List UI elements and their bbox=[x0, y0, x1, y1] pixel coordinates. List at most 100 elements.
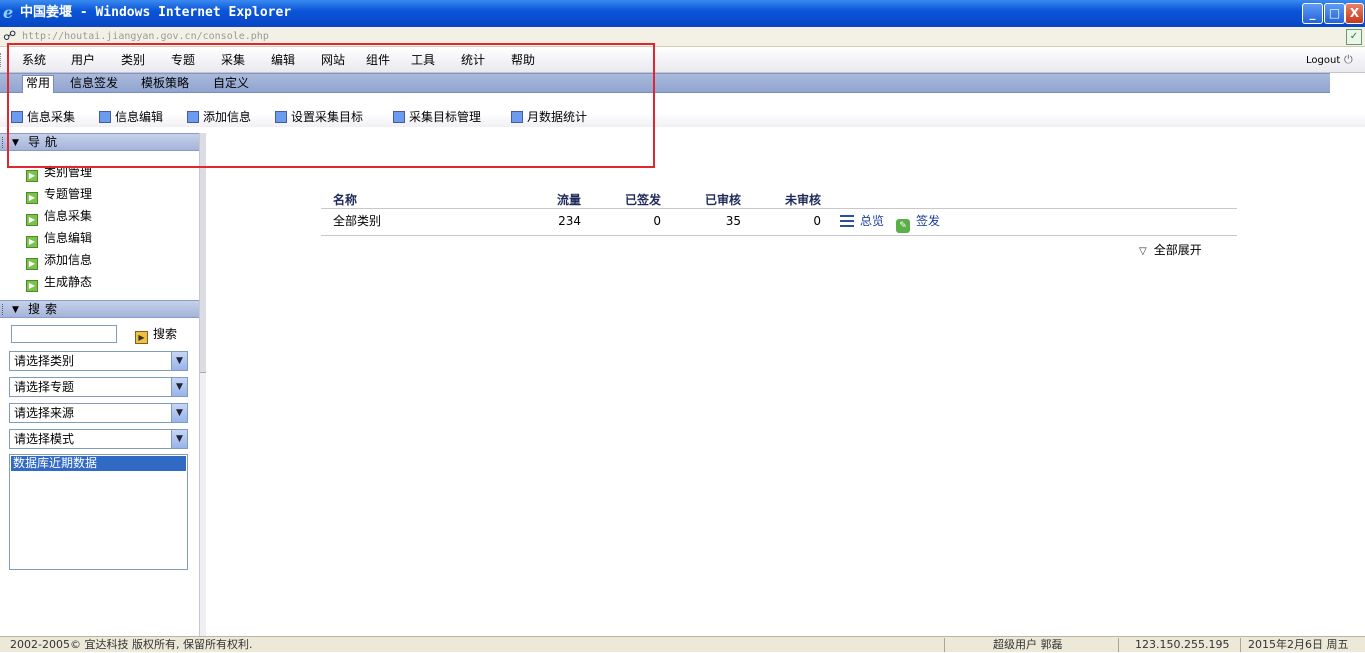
main-menu-bar: 系统 用户 类别 专题 采集 编辑 网站 组件 工具 统计 帮助 Logout … bbox=[0, 47, 1365, 73]
triangle-down-icon: ▽ bbox=[1139, 246, 1147, 257]
search-input[interactable] bbox=[11, 325, 117, 343]
expand-all-link[interactable]: ▽ 全部展开 bbox=[1139, 242, 1202, 260]
toolbar-edit[interactable]: 信息编辑 bbox=[99, 109, 163, 125]
publish-link[interactable]: ✎ 签发 bbox=[896, 213, 940, 233]
row-reviewed: 35 bbox=[725, 214, 741, 228]
menu-collect[interactable]: 采集 bbox=[221, 53, 245, 67]
minimize-button[interactable]: _ bbox=[1302, 3, 1323, 24]
collect-icon bbox=[11, 111, 23, 123]
menu-statistics[interactable]: 统计 bbox=[461, 53, 485, 67]
arrow-right-icon: ▶ bbox=[135, 331, 148, 344]
target-icon bbox=[275, 111, 287, 123]
search-header-label: 搜索 bbox=[28, 302, 63, 316]
mode-select[interactable]: 请选择模式 ▼ bbox=[9, 429, 188, 449]
current-date: 2015年2月6日 周五 bbox=[1248, 638, 1349, 651]
status-bar: 2002-2005© 宜达科技 版权所有, 保留所有权利. 超级用户 郭磊 12… bbox=[0, 636, 1365, 652]
nav-item-generate-static[interactable]: ▶ 生成静态 bbox=[26, 273, 92, 292]
green-arrow-icon: ▶ bbox=[26, 280, 38, 292]
topic-select[interactable]: 请选择专题 ▼ bbox=[9, 377, 188, 397]
menu-help[interactable]: 帮助 bbox=[511, 53, 535, 67]
nav-item-add-info[interactable]: ▶ 添加信息 bbox=[26, 251, 92, 270]
chevron-down-icon: ▼ bbox=[171, 378, 187, 396]
tab-publish[interactable]: 信息签发 bbox=[70, 76, 118, 91]
row-name[interactable]: 全部类别 bbox=[333, 213, 381, 229]
tab-custom[interactable]: 自定义 bbox=[213, 76, 249, 91]
manage-icon bbox=[393, 111, 405, 123]
nav-section-header[interactable]: ▼ 导航 bbox=[0, 133, 199, 151]
header-grip bbox=[2, 304, 5, 315]
power-icon: ⏻ bbox=[1344, 53, 1353, 66]
page-icon[interactable]: ✓ bbox=[1346, 29, 1362, 45]
current-user: 超级用户 郭磊 bbox=[993, 638, 1063, 651]
chevron-down-icon: ▼ bbox=[171, 430, 187, 448]
row-unreviewed: 0 bbox=[813, 214, 821, 228]
green-arrow-icon: ▶ bbox=[26, 214, 38, 226]
logout-label: Logout bbox=[1306, 55, 1341, 66]
nav-item-info-collect[interactable]: ▶ 信息采集 bbox=[26, 207, 92, 226]
maximize-button[interactable]: □ bbox=[1324, 3, 1345, 24]
stats-icon bbox=[511, 111, 523, 123]
collapse-triangle-icon: ▼ bbox=[12, 138, 19, 148]
client-ip: 123.150.255.195 bbox=[1135, 638, 1230, 651]
column-header-published: 已签发 bbox=[624, 193, 661, 207]
header-grip bbox=[2, 137, 5, 148]
quick-toolbar: 信息采集 信息编辑 添加信息 设置采集目标 采集目标管理 月数据统计 bbox=[0, 93, 1365, 127]
green-arrow-icon: ▶ bbox=[26, 236, 38, 248]
tab-template[interactable]: 模板策略 bbox=[141, 76, 189, 91]
toolbar-add-info[interactable]: 添加信息 bbox=[187, 109, 251, 125]
table-row-bottom-border bbox=[321, 235, 1237, 236]
close-button[interactable]: X bbox=[1345, 3, 1364, 24]
chevron-down-icon: ▼ bbox=[171, 352, 187, 370]
search-button[interactable]: ▶ 搜索 bbox=[135, 325, 177, 344]
edit-icon bbox=[99, 111, 111, 123]
nav-item-info-edit[interactable]: ▶ 信息编辑 bbox=[26, 229, 92, 248]
window-titlebar: e 中国姜堰 - Windows Internet Explorer _ □ X bbox=[0, 0, 1365, 27]
search-section-header[interactable]: ▼ 搜索 bbox=[0, 300, 199, 318]
listbox-option-recent-data[interactable]: 数据库近期数据 bbox=[11, 456, 186, 471]
menu-topic[interactable]: 专题 bbox=[171, 53, 195, 67]
menu-category[interactable]: 类别 bbox=[121, 53, 145, 67]
add-icon bbox=[187, 111, 199, 123]
category-select[interactable]: 请选择类别 ▼ bbox=[9, 351, 188, 371]
collapse-triangle-icon: ▼ bbox=[12, 305, 19, 315]
green-arrow-icon: ▶ bbox=[26, 170, 38, 182]
chevron-down-icon: ▼ bbox=[171, 404, 187, 422]
row-published: 0 bbox=[653, 214, 661, 228]
menu-edit[interactable]: 编辑 bbox=[271, 53, 295, 67]
menu-website[interactable]: 网站 bbox=[321, 53, 345, 67]
toolbar-target-manage[interactable]: 采集目标管理 bbox=[393, 109, 481, 125]
copyright-text: 2002-2005© 宜达科技 版权所有, 保留所有权利. bbox=[10, 638, 253, 651]
network-icon: ☍ bbox=[3, 29, 17, 44]
green-arrow-icon: ▶ bbox=[26, 192, 38, 204]
status-divider bbox=[944, 638, 945, 652]
nav-item-category-manage[interactable]: ▶ 类别管理 bbox=[26, 163, 92, 182]
menu-grip bbox=[0, 53, 2, 67]
overview-link[interactable]: 总览 bbox=[840, 213, 884, 229]
menu-component[interactable]: 组件 bbox=[366, 53, 390, 67]
source-select[interactable]: 请选择来源 ▼ bbox=[9, 403, 188, 423]
column-header-reviewed: 已审核 bbox=[704, 193, 741, 207]
column-header-traffic: 流量 bbox=[556, 193, 581, 207]
logout-button[interactable]: Logout ⏻ bbox=[1300, 53, 1362, 69]
toolbar-set-target[interactable]: 设置采集目标 bbox=[275, 109, 363, 125]
nav-header-label: 导航 bbox=[28, 135, 63, 149]
status-divider bbox=[1118, 638, 1119, 652]
green-arrow-icon: ▶ bbox=[26, 258, 38, 270]
address-bar: ☍ http://houtai.jiangyan.gov.cn/console.… bbox=[0, 27, 1365, 47]
sidebar: ▼ 导航 ▶ 类别管理 ▶ 专题管理 ▶ 信息采集 ▶ 信息编辑 ▶ 添加信息 ▶ 生成静态… bbox=[0, 133, 206, 636]
toolbar-collect[interactable]: 信息采集 bbox=[11, 109, 75, 125]
address-url[interactable]: http://houtai.jiangyan.gov.cn/console.ph… bbox=[22, 30, 269, 44]
status-divider bbox=[1240, 638, 1241, 652]
menu-system[interactable]: 系统 bbox=[22, 53, 46, 67]
window-title: 中国姜堰 - Windows Internet Explorer bbox=[20, 5, 292, 20]
toolbar-monthly-stats[interactable]: 月数据统计 bbox=[511, 109, 587, 125]
menu-tools[interactable]: 工具 bbox=[411, 53, 435, 67]
tab-common[interactable]: 常用 bbox=[22, 75, 55, 93]
sub-tab-bar: 常用 信息签发 模板策略 自定义 bbox=[0, 73, 1330, 93]
nav-item-topic-manage[interactable]: ▶ 专题管理 bbox=[26, 185, 92, 204]
ie-logo-icon: e bbox=[3, 3, 14, 22]
column-header-name: 名称 bbox=[333, 193, 358, 207]
menu-user[interactable]: 用户 bbox=[71, 53, 95, 67]
data-source-listbox[interactable]: 数据库近期数据 bbox=[9, 454, 188, 570]
sidebar-scrollbar[interactable] bbox=[199, 133, 206, 636]
